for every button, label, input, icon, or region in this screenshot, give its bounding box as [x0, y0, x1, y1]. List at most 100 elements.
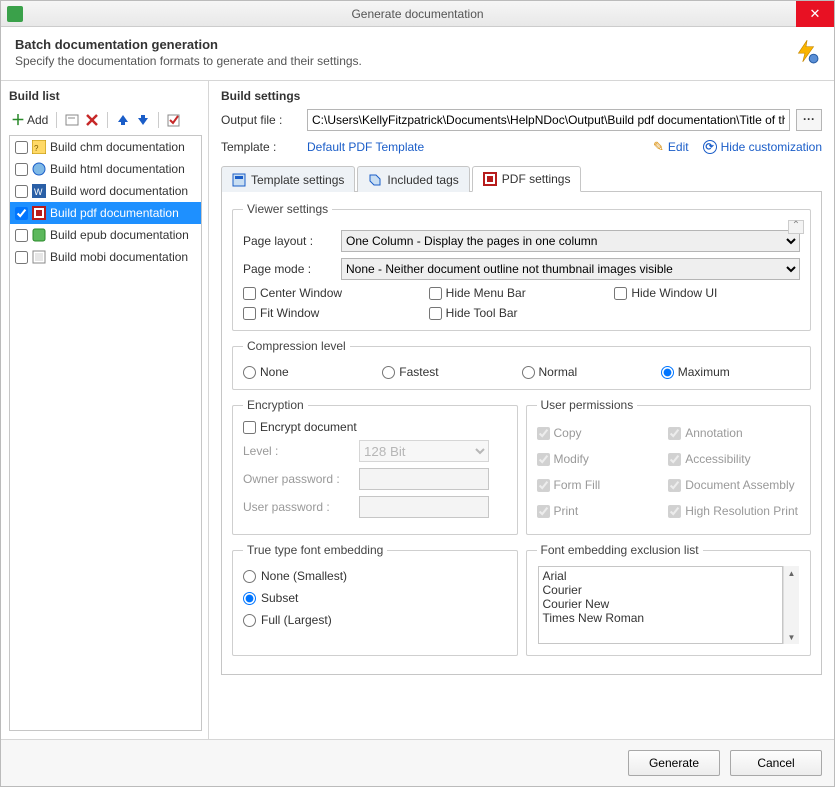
tags-icon — [368, 173, 382, 187]
pencil-icon: ✎ — [653, 139, 664, 155]
add-build-button[interactable]: ＋Add — [9, 109, 50, 131]
build-label-word: Build word documentation — [50, 184, 188, 198]
build-settings-title: Build settings — [221, 89, 822, 103]
build-check-pdf[interactable] — [15, 207, 28, 220]
viewer-settings-group: Viewer settings ⌃ Page layout : One Colu… — [232, 202, 811, 331]
ttf-none[interactable]: None (Smallest) — [243, 565, 507, 587]
tab-pdf-settings[interactable]: PDF settings — [472, 166, 582, 192]
move-up-button[interactable] — [114, 112, 132, 128]
font-exclusion-list[interactable]: Arial Courier Courier New Times New Roma… — [538, 566, 784, 644]
scroll-up-icon[interactable]: ▲ — [788, 566, 796, 580]
font-list-scrollbar[interactable]: ▲ ▼ — [783, 566, 799, 644]
build-item-pdf[interactable]: Build pdf documentation — [10, 202, 201, 224]
perm-docassembly: Document Assembly — [668, 472, 800, 498]
hide-toolbar-check[interactable]: Hide Tool Bar — [429, 306, 615, 320]
font-arial[interactable]: Arial — [543, 569, 779, 583]
build-check-mobi[interactable] — [15, 251, 28, 264]
word-icon: W — [32, 184, 46, 198]
scroll-down-icon[interactable]: ▼ — [788, 630, 796, 644]
hide-menu-check[interactable]: Hide Menu Bar — [429, 286, 615, 300]
epub-icon — [32, 228, 46, 242]
pdf-settings-content: Viewer settings ⌃ Page layout : One Colu… — [221, 192, 822, 675]
move-down-button[interactable] — [134, 112, 152, 128]
build-item-mobi[interactable]: Build mobi documentation — [10, 246, 201, 268]
page-mode-label: Page mode : — [243, 262, 333, 276]
compression-maximum[interactable]: Maximum — [661, 365, 800, 379]
viewer-collapse-button[interactable]: ⌃ — [788, 220, 804, 234]
app-icon — [7, 6, 23, 22]
font-courier[interactable]: Courier — [543, 583, 779, 597]
page-mode-select[interactable]: None - Neither document outline not thum… — [341, 258, 800, 280]
font-times[interactable]: Times New Roman — [543, 611, 779, 625]
output-browse-button[interactable]: ··· — [796, 109, 822, 131]
compression-normal[interactable]: Normal — [522, 365, 661, 379]
perm-copy: Copy — [537, 420, 669, 446]
build-list-panel: Build list ＋Add ? Build chm documentatio… — [1, 81, 209, 739]
encrypt-document-check[interactable]: Encrypt document — [243, 420, 507, 434]
svg-text:W: W — [34, 187, 43, 197]
svg-text:?: ? — [34, 144, 39, 153]
chm-icon: ? — [32, 140, 46, 154]
compression-none[interactable]: None — [243, 365, 382, 379]
hide-window-ui-check[interactable]: Hide Window UI — [614, 286, 800, 300]
fit-window-check[interactable]: Fit Window — [243, 306, 429, 320]
build-label-chm: Build chm documentation — [50, 140, 185, 154]
window-title: Generate documentation — [351, 7, 483, 21]
build-item-html[interactable]: Build html documentation — [10, 158, 201, 180]
build-item-epub[interactable]: Build epub documentation — [10, 224, 201, 246]
page-layout-select[interactable]: One Column - Display the pages in one co… — [341, 230, 800, 252]
tab-included-tags[interactable]: Included tags — [357, 166, 469, 192]
ttf-group: True type font embedding None (Smallest)… — [232, 543, 518, 656]
hide-customization-button[interactable]: ⟳Hide customization — [703, 139, 822, 155]
output-file-label: Output file : — [221, 113, 301, 127]
title-bar: Generate documentation ✕ — [1, 1, 834, 27]
build-label-html: Build html documentation — [50, 162, 185, 176]
build-check-epub[interactable] — [15, 229, 28, 242]
build-list-title: Build list — [9, 89, 202, 103]
build-label-epub: Build epub documentation — [50, 228, 189, 242]
template-label: Template : — [221, 140, 301, 154]
tab-template-settings[interactable]: Template settings — [221, 166, 355, 192]
center-window-check[interactable]: Center Window — [243, 286, 429, 300]
cancel-button[interactable]: Cancel — [730, 750, 822, 776]
build-check-html[interactable] — [15, 163, 28, 176]
build-check-word[interactable] — [15, 185, 28, 198]
template-link[interactable]: Default PDF Template — [307, 140, 424, 154]
compression-fastest[interactable]: Fastest — [382, 365, 521, 379]
close-button[interactable]: ✕ — [796, 1, 834, 27]
build-item-chm[interactable]: ? Build chm documentation — [10, 136, 201, 158]
build-check-chm[interactable] — [15, 141, 28, 154]
build-label-pdf: Build pdf documentation — [50, 206, 179, 220]
intro-title: Batch documentation generation — [15, 37, 362, 52]
delete-button[interactable] — [83, 112, 101, 128]
settings-tabs: Template settings Included tags PDF sett… — [221, 165, 822, 192]
check-all-button[interactable] — [165, 112, 183, 128]
dialog-footer: Generate Cancel — [1, 739, 834, 786]
output-file-input[interactable] — [307, 109, 790, 131]
pdf-icon — [32, 206, 46, 220]
lightning-icon — [792, 37, 820, 65]
ttf-full[interactable]: Full (Largest) — [243, 609, 507, 631]
intro-subtitle: Specify the documentation formats to gen… — [15, 54, 362, 68]
user-password-input — [359, 496, 489, 518]
template-icon — [232, 173, 246, 187]
perm-annotation: Annotation — [668, 420, 800, 446]
mobi-icon — [32, 250, 46, 264]
html-icon — [32, 162, 46, 176]
enc-level-label: Level : — [243, 444, 353, 458]
build-item-word[interactable]: W Build word documentation — [10, 180, 201, 202]
build-settings-panel: Build settings Output file : ··· Templat… — [209, 81, 834, 739]
perm-accessibility: Accessibility — [668, 446, 800, 472]
plus-icon: ＋ — [11, 110, 25, 130]
edit-template-button[interactable]: ✎Edit — [653, 139, 689, 155]
rename-button[interactable] — [63, 112, 81, 128]
permissions-group: User permissions Copy Annotation Modify … — [526, 398, 812, 535]
perm-modify: Modify — [537, 446, 669, 472]
ttf-subset[interactable]: Subset — [243, 587, 507, 609]
build-list[interactable]: ? Build chm documentation Build html doc… — [9, 135, 202, 731]
generate-button[interactable]: Generate — [628, 750, 720, 776]
font-courier-new[interactable]: Courier New — [543, 597, 779, 611]
collapse-icon: ⟳ — [703, 140, 717, 154]
user-password-label: User password : — [243, 500, 353, 514]
build-label-mobi: Build mobi documentation — [50, 250, 188, 264]
